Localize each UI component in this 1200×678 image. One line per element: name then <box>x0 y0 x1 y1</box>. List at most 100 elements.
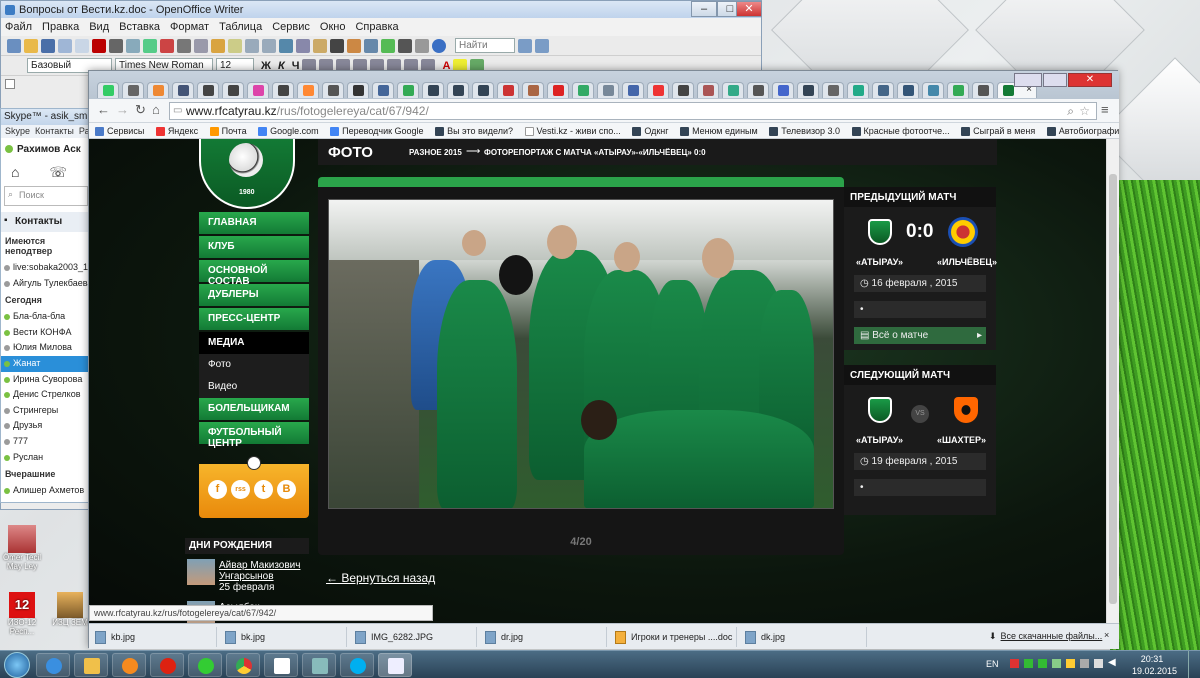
nav-club[interactable]: КЛУБ <box>199 236 309 258</box>
datasource-icon[interactable] <box>381 38 395 53</box>
menu-tools[interactable]: Сервис <box>272 21 310 33</box>
nav-main-squad[interactable]: ОСНОВНОЙ СОСТАВ <box>199 260 309 287</box>
contact-request[interactable]: live:sobaka2003_1 <box>1 260 91 276</box>
contact-item[interactable]: Денис Стрелков <box>1 387 91 403</box>
tray-icon[interactable] <box>1010 659 1019 668</box>
rss-icon[interactable]: rss <box>231 480 250 499</box>
bookmark-services[interactable]: Сервисы <box>95 123 144 138</box>
home-team-name[interactable]: «АТЫРАУ» <box>856 257 903 267</box>
skype-user-status[interactable]: Рахимов Аск <box>1 138 91 160</box>
spellcheck-icon[interactable] <box>143 38 157 53</box>
close-button[interactable]: ✕ <box>736 1 762 17</box>
new-document-icon[interactable] <box>7 38 21 53</box>
tray-icon[interactable] <box>1024 659 1033 668</box>
skype-menu-skype[interactable]: Skype <box>5 126 30 137</box>
download-item[interactable]: Игроки и тренеры ....doc <box>609 627 737 647</box>
navigator-icon[interactable] <box>347 38 361 53</box>
tray-icon[interactable] <box>1066 659 1075 668</box>
open-folder-icon[interactable] <box>24 38 38 53</box>
tray-icon[interactable] <box>1080 659 1089 668</box>
home-icon[interactable]: ⌂ <box>152 102 160 117</box>
desktop-icon-2[interactable]: 12 ИЗО-12 Респ... <box>2 592 42 636</box>
cut-icon[interactable] <box>177 38 191 53</box>
contact-item[interactable]: Бла-бла-бла <box>1 309 91 325</box>
nav-media[interactable]: МЕДИА <box>199 332 309 354</box>
taskbar-writer[interactable] <box>378 653 412 677</box>
bookmark-yandex[interactable]: Яндекс <box>155 123 198 138</box>
undo-icon[interactable] <box>245 38 259 53</box>
contact-item[interactable]: Руслан <box>1 450 91 466</box>
download-item[interactable]: dk.jpg <box>739 627 867 647</box>
match-details-button[interactable]: ▤ Всё о матче ▸ <box>854 327 986 344</box>
download-item[interactable]: bk.jpg <box>219 627 347 647</box>
gallery-icon[interactable] <box>364 38 378 53</box>
taskbar-app[interactable] <box>302 653 336 677</box>
birthday-name[interactable]: Айвар Макизович Унгарсынов <box>219 560 309 582</box>
email-icon[interactable] <box>58 38 72 53</box>
show-desktop-button[interactable] <box>1188 651 1200 678</box>
bookmark-mail[interactable]: Почта <box>209 123 247 138</box>
network-icon[interactable] <box>1094 659 1103 668</box>
nav-reserves[interactable]: ДУБЛЕРЫ <box>199 284 309 306</box>
taskbar-media-player[interactable] <box>112 653 146 677</box>
taskbar-yandex[interactable] <box>264 653 298 677</box>
menu-window[interactable]: Окно <box>320 21 346 33</box>
contact-item[interactable]: Жанат <box>1 355 91 372</box>
zoom-icon[interactable] <box>415 38 429 53</box>
edit-file-icon[interactable] <box>75 38 89 53</box>
nav-fans[interactable]: БОЛЕЛЬЩИКАМ <box>199 398 309 420</box>
find-down-icon[interactable] <box>518 38 532 53</box>
away-team-name[interactable]: «ШАХТЕР» <box>937 435 986 445</box>
maximize-button[interactable] <box>1043 73 1067 87</box>
bookmark-item[interactable]: Автобиографии кр... <box>1046 123 1119 138</box>
tray-icon[interactable] <box>1038 659 1047 668</box>
skype-menu-contacts[interactable]: Контакты <box>35 126 74 137</box>
clock-time[interactable]: 20:31 <box>1132 654 1172 664</box>
desktop-icon-3[interactable]: ИЗЦ ЗЕМ <box>50 592 90 627</box>
call-icon[interactable]: ☏ <box>49 164 67 182</box>
bookmark-item[interactable]: Красные фотоотче... <box>851 123 950 138</box>
export-pdf-icon[interactable] <box>92 38 106 53</box>
print-icon[interactable] <box>109 38 123 53</box>
contact-item[interactable]: Друзья <box>1 418 91 434</box>
bookmark-item[interactable]: Vesti.kz - живи спо... <box>524 123 621 138</box>
contact-item[interactable]: Юлия Милова <box>1 340 91 356</box>
find-replace-icon[interactable] <box>330 38 344 53</box>
menu-table[interactable]: Таблица <box>219 21 262 33</box>
bookmark-translate[interactable]: Переводчик Google <box>330 123 424 138</box>
back-link[interactable]: ← Вернуться назад <box>326 571 435 585</box>
home-team-name[interactable]: «АТЫРАУ» <box>856 435 903 445</box>
all-downloads-link[interactable]: ⬇ Все скачанные файлы... <box>989 631 1102 642</box>
menu-insert[interactable]: Вставка <box>119 21 160 33</box>
draw-icon[interactable] <box>313 38 327 53</box>
format-paintbrush-icon[interactable] <box>228 38 242 53</box>
volume-icon[interactable]: ◀ <box>1108 657 1116 668</box>
clock-date[interactable]: 19.02.2015 <box>1132 666 1177 676</box>
bookmark-item[interactable]: Телевизор 3.0 <box>769 123 840 138</box>
download-item[interactable]: kb.jpg <box>89 627 217 647</box>
bookmark-star-icon[interactable]: ☆ <box>1079 103 1090 119</box>
print-preview-icon[interactable] <box>126 38 140 53</box>
help-icon[interactable] <box>432 38 446 53</box>
download-item[interactable]: dr.jpg <box>479 627 607 647</box>
facebook-icon[interactable]: f <box>208 480 227 499</box>
birthday-item[interactable]: Айвар Макизович Унгарсынов 25 февраля <box>185 554 309 596</box>
nav-press-center[interactable]: ПРЕСС-ЦЕНТР <box>199 308 309 330</box>
menu-file[interactable]: Файл <box>5 21 32 33</box>
tray-icon[interactable] <box>1052 659 1061 668</box>
copy-icon[interactable] <box>194 38 208 53</box>
twitter-icon[interactable]: t <box>254 480 273 499</box>
bookmark-item[interactable]: Менюм единым <box>680 123 758 138</box>
contact-request[interactable]: Айгуль Тулекбаева <box>1 276 91 292</box>
nav-football-center[interactable]: ФУТБОЛЬНЫЙ ЦЕНТР <box>199 422 309 449</box>
contact-item[interactable]: Ирина Суворова <box>1 372 91 388</box>
bookmark-google[interactable]: Google.com <box>258 123 319 138</box>
taskbar-mail-agent[interactable] <box>188 653 222 677</box>
taskbar-skype[interactable] <box>340 653 374 677</box>
page-scrollbar[interactable] <box>1106 139 1119 623</box>
taskbar-chrome[interactable] <box>226 653 260 677</box>
address-bar[interactable]: ▭ www.rfcatyrau.kz/rus/fotogelereya/cat/… <box>169 102 1097 120</box>
find-up-icon[interactable] <box>535 38 549 53</box>
tab-contacts[interactable]: ▪ Контакты <box>1 212 91 232</box>
nonprinting-chars-icon[interactable] <box>398 38 412 53</box>
